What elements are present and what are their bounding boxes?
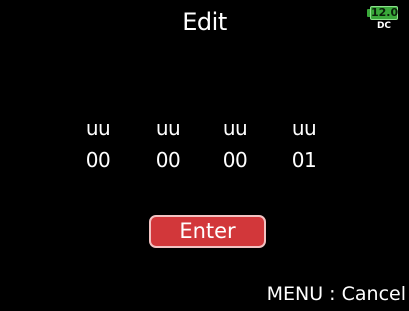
power-source-label: DC bbox=[376, 21, 392, 31]
field-value-row: 00 00 00 01 bbox=[0, 146, 409, 180]
field-label: uu bbox=[291, 116, 317, 140]
field-value[interactable]: 00 bbox=[138, 148, 198, 172]
field-label: uu bbox=[222, 116, 248, 140]
field-label-row: uu uu uu uu bbox=[0, 112, 409, 146]
field-value[interactable]: 00 bbox=[68, 148, 128, 172]
battery-voltage: 12.0 bbox=[370, 6, 399, 20]
menu-cancel-hint: MENU : Cancel bbox=[266, 283, 406, 305]
enter-button[interactable]: Enter bbox=[149, 215, 266, 248]
field-value[interactable]: 00 bbox=[205, 148, 265, 172]
field-label: uu bbox=[85, 116, 111, 140]
battery-indicator: 12.0 DC bbox=[366, 6, 402, 38]
field-label: uu bbox=[155, 116, 181, 140]
value-editor: uu uu uu uu 00 00 00 01 bbox=[0, 112, 409, 180]
field-value[interactable]: 01 bbox=[274, 148, 334, 172]
page-title: Edit bbox=[182, 8, 227, 36]
